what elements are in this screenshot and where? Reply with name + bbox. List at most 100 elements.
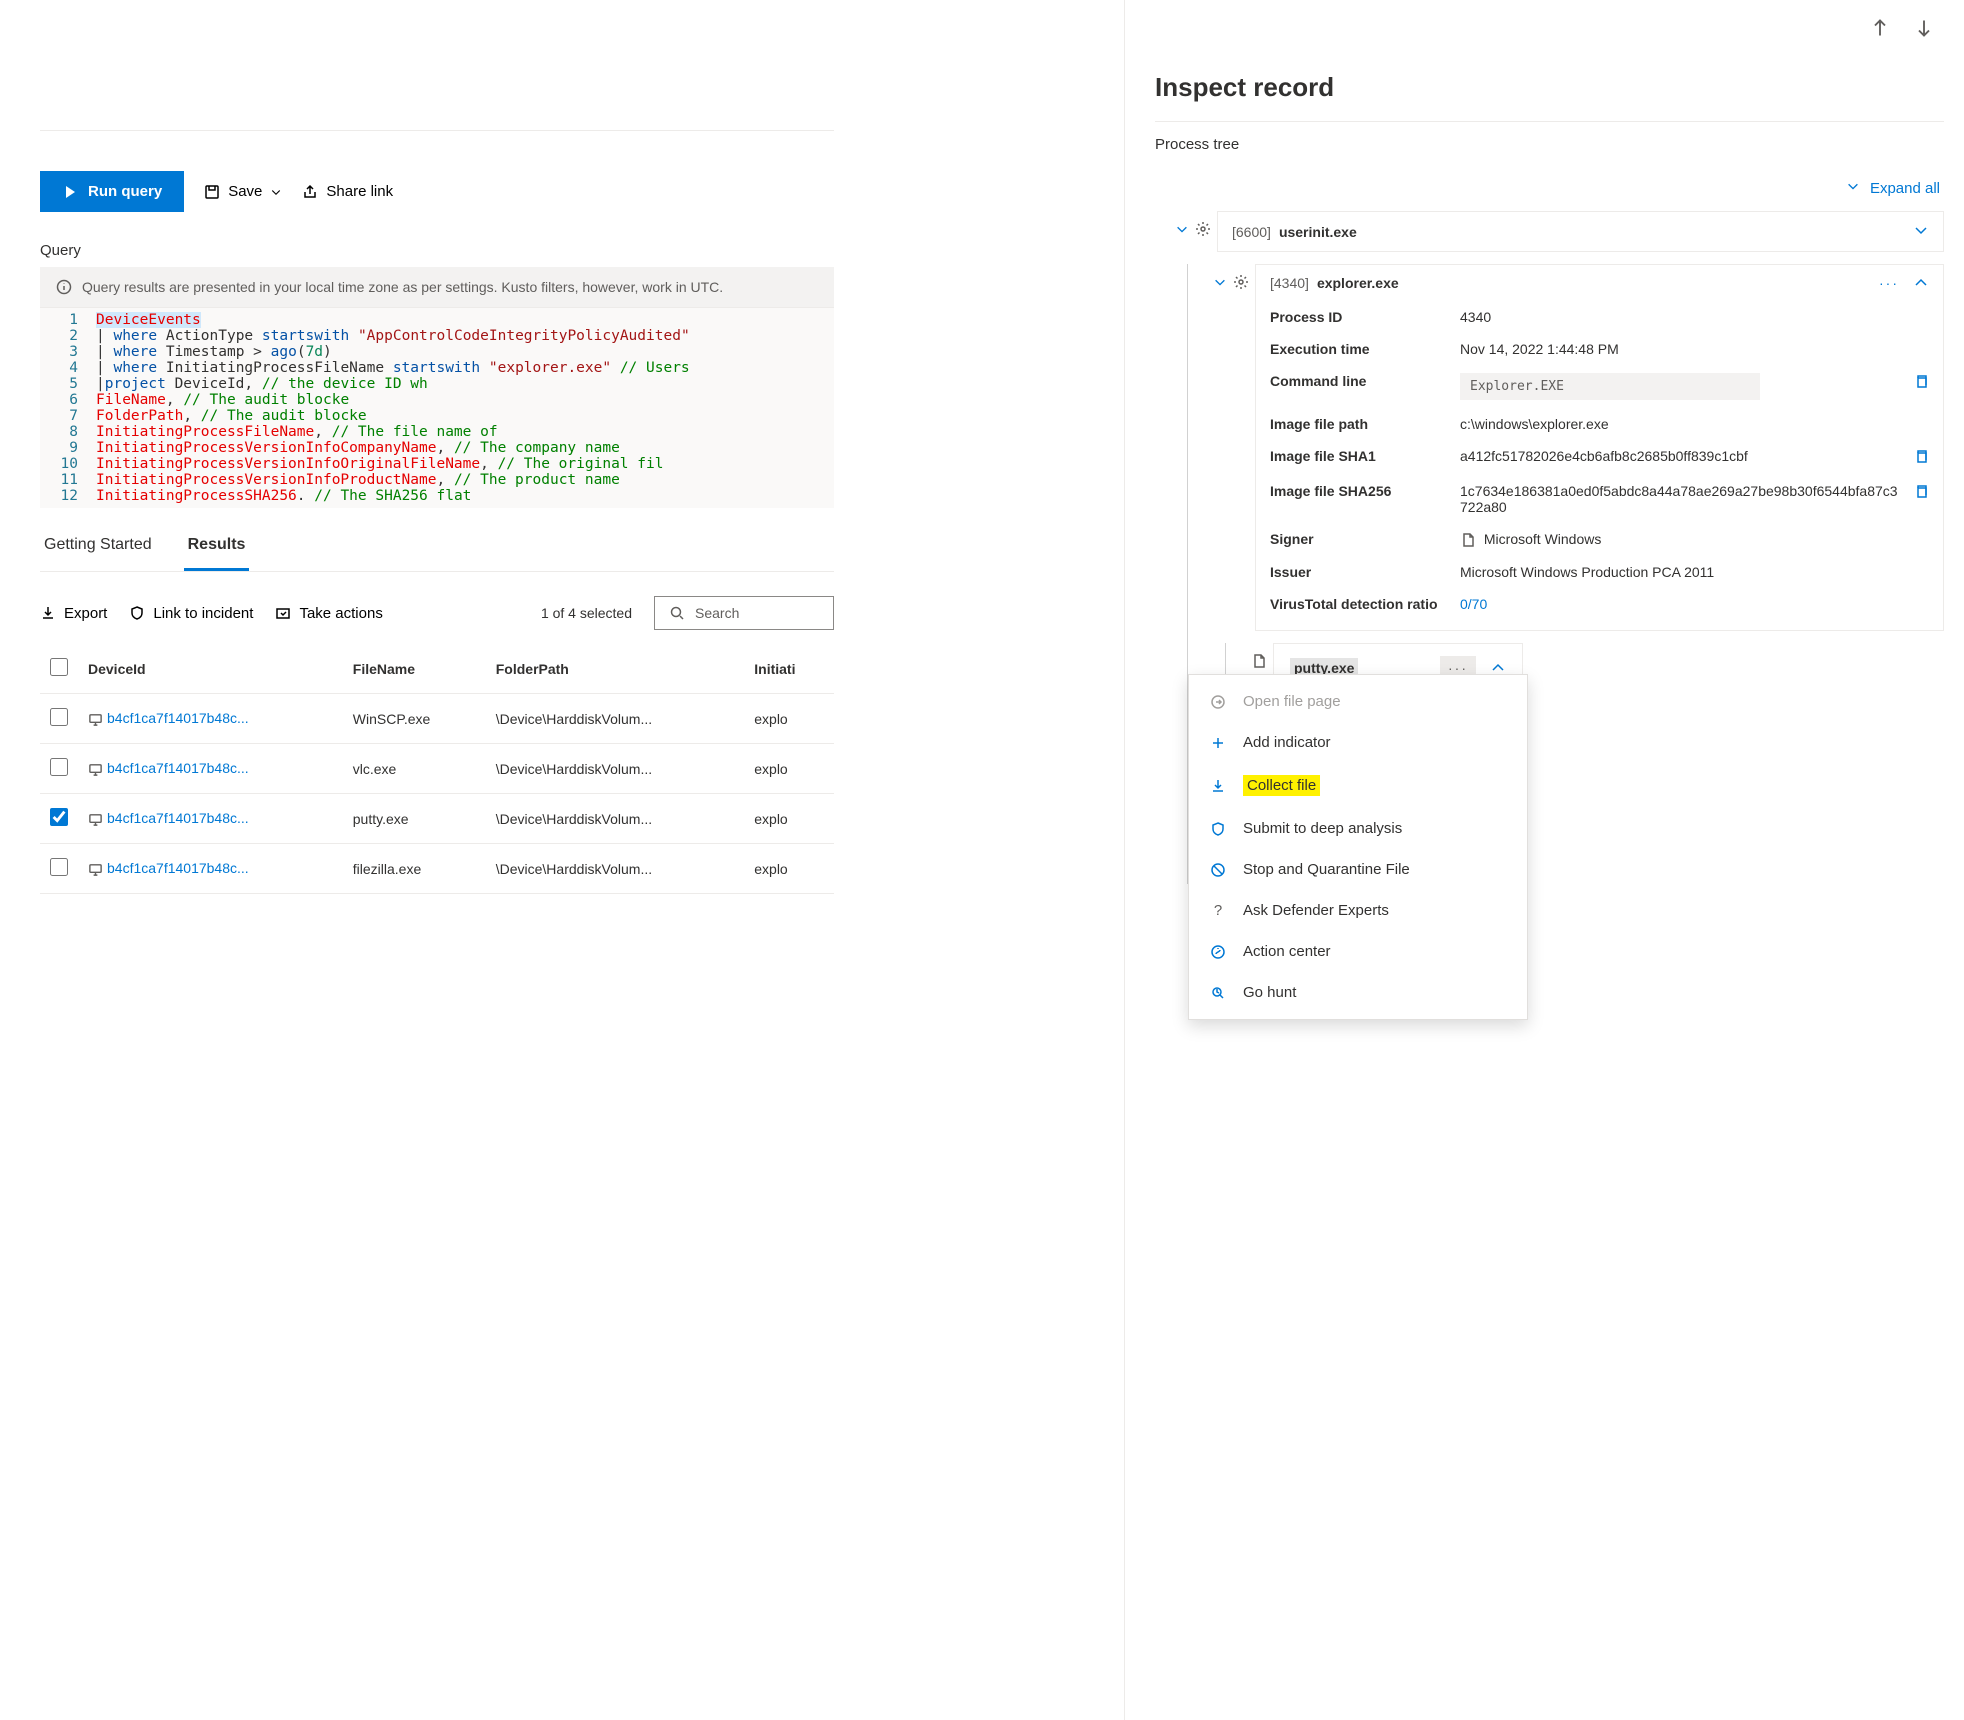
result-tabs: Getting Started Results: [40, 520, 834, 572]
cell-initiating: explo: [744, 694, 834, 744]
results-action-row: Export Link to incident Take actions 1 o…: [40, 572, 834, 644]
cell-folderpath: \Device\HarddiskVolum...: [486, 794, 745, 844]
file-actions-menu: Open file pageAdd indicatorCollect fileS…: [1188, 674, 1528, 1020]
copy-icon[interactable]: [1913, 483, 1929, 502]
question-icon: ?: [1207, 902, 1229, 919]
query-editor[interactable]: 1DeviceEvents2| where ActionType startsw…: [40, 307, 834, 508]
vt-ratio-link[interactable]: 0/70: [1460, 596, 1487, 612]
play-icon: [62, 184, 78, 200]
info-bar-text: Query results are presented in your loca…: [82, 279, 723, 295]
save-button[interactable]: Save: [204, 183, 282, 200]
shield-icon: [1207, 821, 1229, 837]
device-icon: [88, 860, 103, 876]
tab-results[interactable]: Results: [184, 520, 250, 571]
process-node-putty[interactable]: putty.exe ··· SHA1SHA256PathSignerVirusT…: [1273, 643, 1523, 884]
menu-item-add-indicator[interactable]: Add indicator: [1189, 722, 1527, 763]
chevron-down-icon[interactable]: [1213, 275, 1227, 289]
table-row[interactable]: b4cf1ca7f14017b48c... WinSCP.exe \Device…: [40, 694, 834, 744]
actions-icon: [275, 605, 291, 621]
tab-getting-started[interactable]: Getting Started: [40, 520, 156, 571]
gear-icon: [1195, 221, 1211, 237]
next-record-icon[interactable]: [1914, 18, 1934, 38]
hunt-icon: [1207, 985, 1229, 1001]
col-folderpath[interactable]: FolderPath: [486, 644, 745, 694]
menu-item-collect-file[interactable]: Collect file: [1189, 763, 1527, 808]
download-icon: [1207, 778, 1229, 794]
expand-all-button[interactable]: Expand all: [1155, 179, 1940, 197]
cell-folderpath: \Device\HarddiskVolum...: [486, 844, 745, 894]
menu-item-action-center[interactable]: Action center: [1189, 931, 1527, 972]
row-checkbox[interactable]: [50, 858, 68, 876]
col-filename[interactable]: FileName: [343, 644, 486, 694]
previous-record-icon[interactable]: [1870, 18, 1890, 38]
save-icon: [204, 184, 220, 200]
cell-initiating: explo: [744, 744, 834, 794]
table-row[interactable]: b4cf1ca7f14017b48c... filezilla.exe \Dev…: [40, 844, 834, 894]
process-node-userinit[interactable]: [6600] userinit.exe: [1217, 211, 1944, 252]
cell-folderpath: \Device\HarddiskVolum...: [486, 744, 745, 794]
row-checkbox[interactable]: [50, 758, 68, 776]
run-query-button[interactable]: Run query: [40, 171, 184, 212]
device-id-link[interactable]: b4cf1ca7f14017b48c...: [107, 710, 249, 726]
block-icon: [1207, 862, 1229, 878]
device-id-link[interactable]: b4cf1ca7f14017b48c...: [107, 760, 249, 776]
chevron-up-icon[interactable]: [1913, 275, 1929, 291]
copy-icon[interactable]: [1913, 373, 1929, 392]
process-node-explorer[interactable]: [4340] explorer.exe ··· Process ID4340Ex…: [1255, 264, 1944, 631]
shield-icon: [129, 605, 145, 621]
share-icon: [302, 184, 318, 200]
cell-folderpath: \Device\HarddiskVolum...: [486, 694, 745, 744]
action-icon: [1207, 944, 1229, 960]
device-icon: [88, 810, 103, 826]
info-icon: [56, 279, 72, 295]
info-bar: Query results are presented in your loca…: [40, 267, 834, 307]
gear-icon: [1233, 274, 1249, 290]
selection-count: 1 of 4 selected: [541, 605, 632, 621]
menu-item-go-hunt[interactable]: Go hunt: [1189, 972, 1527, 1013]
link-incident-button[interactable]: Link to incident: [129, 605, 253, 622]
device-id-link[interactable]: b4cf1ca7f14017b48c...: [107, 860, 249, 876]
col-deviceid[interactable]: DeviceId: [78, 644, 343, 694]
hunting-main-area: Run query Save Share link Query Query re…: [0, 0, 874, 1720]
select-all-checkbox[interactable]: [50, 658, 68, 676]
plus-icon: [1207, 735, 1229, 751]
menu-item-ask-defender-experts[interactable]: ?Ask Defender Experts: [1189, 890, 1527, 931]
download-icon: [40, 605, 56, 621]
chevron-down-icon: [1846, 179, 1860, 193]
query-label: Query: [40, 242, 834, 259]
take-actions-button[interactable]: Take actions: [275, 605, 382, 622]
share-link-button[interactable]: Share link: [302, 183, 393, 200]
inspect-title: Inspect record: [1155, 72, 1944, 103]
search-input[interactable]: Search: [654, 596, 834, 630]
query-toolbar: Run query Save Share link: [40, 131, 834, 222]
col-initiating[interactable]: Initiati: [744, 644, 834, 694]
device-icon: [88, 760, 103, 776]
chevron-down-icon[interactable]: [1175, 222, 1189, 236]
copy-icon[interactable]: [1913, 448, 1929, 467]
inspect-record-pane: Inspect record Process tree Expand all […: [1124, 0, 1964, 1720]
open-icon: [1207, 694, 1229, 710]
chevron-down-icon[interactable]: [1913, 222, 1929, 238]
export-button[interactable]: Export: [40, 605, 107, 622]
row-checkbox[interactable]: [50, 708, 68, 726]
cell-filename: putty.exe: [343, 794, 486, 844]
menu-item-open-file-page: Open file page: [1189, 681, 1527, 722]
cell-initiating: explo: [744, 794, 834, 844]
menu-item-submit-to-deep-analysis[interactable]: Submit to deep analysis: [1189, 808, 1527, 849]
table-row[interactable]: b4cf1ca7f14017b48c... vlc.exe \Device\Ha…: [40, 744, 834, 794]
cell-filename: WinSCP.exe: [343, 694, 486, 744]
search-icon: [669, 605, 685, 621]
row-checkbox[interactable]: [50, 808, 68, 826]
table-row[interactable]: b4cf1ca7f14017b48c... putty.exe \Device\…: [40, 794, 834, 844]
process-tree-label: Process tree: [1155, 136, 1944, 153]
device-id-link[interactable]: b4cf1ca7f14017b48c...: [107, 810, 249, 826]
cell-initiating: explo: [744, 844, 834, 894]
file-icon: [1251, 653, 1267, 669]
cell-filename: filezilla.exe: [343, 844, 486, 894]
device-icon: [88, 710, 103, 726]
chevron-down-icon: [270, 186, 282, 198]
menu-item-stop-and-quarantine-file[interactable]: Stop and Quarantine File: [1189, 849, 1527, 890]
cell-filename: vlc.exe: [343, 744, 486, 794]
more-icon[interactable]: ···: [1879, 275, 1899, 291]
results-table: DeviceId FileName FolderPath Initiati b4…: [40, 644, 834, 894]
